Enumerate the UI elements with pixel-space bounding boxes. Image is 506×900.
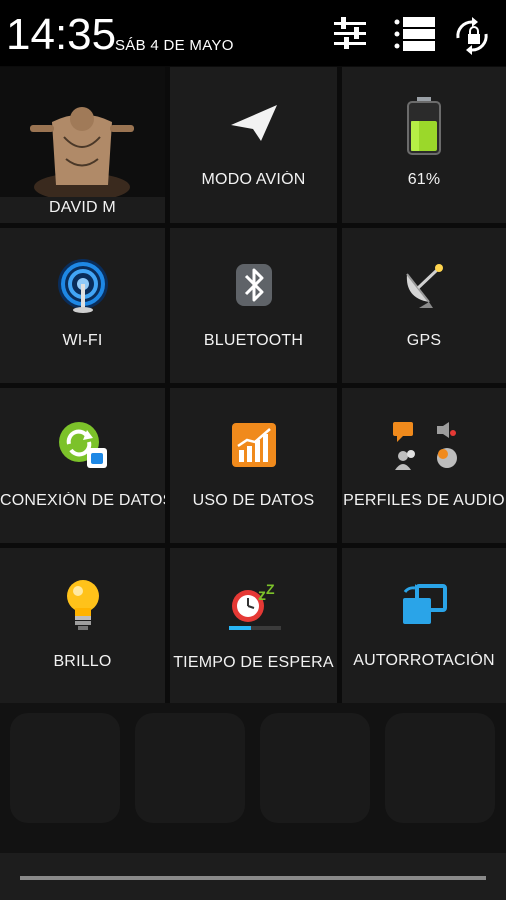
settings-sliders-icon[interactable] <box>330 14 370 54</box>
clock: 14:35 <box>6 10 117 59</box>
date: SÁB 4 DE MAYO <box>115 37 234 54</box>
app-icon <box>10 713 120 823</box>
notification-list-icon[interactable] <box>392 14 435 54</box>
airplane-mode-label: MODO AVIÓN <box>201 171 306 188</box>
svg-text:Z: Z <box>266 582 275 597</box>
audio-profiles-label: PERFILES DE AUDIO <box>343 492 505 509</box>
airplane-icon <box>229 103 279 148</box>
avatar <box>0 67 165 201</box>
sleep-timeout-icon: z Z <box>226 581 282 639</box>
tile-bluetooth[interactable]: BLUETOOTH <box>170 228 337 383</box>
drag-handle[interactable] <box>20 876 486 880</box>
brightness-bulb-icon <box>63 578 103 637</box>
data-connection-label: CONEXIÓN DE DATOS <box>0 492 165 509</box>
battery-icon <box>404 95 444 160</box>
gps-label: GPS <box>406 332 442 349</box>
auto-rotate-icon <box>399 584 449 633</box>
gps-satellite-icon <box>399 260 449 315</box>
tile-auto-rotate[interactable]: AUTORROTACIÓN <box>342 548 506 703</box>
quick-settings-grid: DAVID M MODO AVIÓN 61% WI-FI BLUETOOTH G… <box>0 67 506 703</box>
sleep-timeout-label: TIEMPO DE ESPERA <box>173 654 334 671</box>
wifi-icon <box>55 258 111 319</box>
bluetooth-label: BLUETOOTH <box>203 332 304 349</box>
home-wallpaper-apps <box>0 703 506 853</box>
brightness-label: BRILLO <box>53 653 112 670</box>
tile-airplane-mode[interactable]: MODO AVIÓN <box>170 67 337 223</box>
tile-data-connection[interactable]: CONEXIÓN DE DATOS <box>0 388 165 543</box>
app-icon <box>135 713 245 823</box>
wifi-label: WI-FI <box>62 332 103 349</box>
tile-gps[interactable]: GPS <box>342 228 506 383</box>
tile-sleep-timeout[interactable]: z Z TIEMPO DE ESPERA <box>170 548 337 703</box>
profile-name: DAVID M <box>49 199 116 216</box>
battery-label: 61% <box>407 171 441 188</box>
tile-profile[interactable]: DAVID M <box>0 67 165 223</box>
audio-profiles-icon <box>391 420 457 477</box>
data-connection-icon <box>57 420 109 475</box>
data-usage-label: USO DE DATOS <box>192 492 315 509</box>
auto-rotate-label: AUTORROTACIÓN <box>353 652 495 669</box>
drawer-handle-bar[interactable] <box>0 853 506 900</box>
app-icon <box>385 713 495 823</box>
app-icon <box>260 713 370 823</box>
tile-data-usage[interactable]: USO DE DATOS <box>170 388 337 543</box>
tile-audio-profiles[interactable]: PERFILES DE AUDIO <box>342 388 506 543</box>
status-header: 14:35 SÁB 4 DE MAYO <box>0 0 506 66</box>
bluetooth-icon <box>234 262 274 313</box>
tile-wifi[interactable]: WI-FI <box>0 228 165 383</box>
svg-text:z: z <box>258 587 266 604</box>
rotation-lock-icon[interactable] <box>450 14 490 55</box>
tile-brightness[interactable]: BRILLO <box>0 548 165 703</box>
data-usage-icon <box>231 422 277 473</box>
tile-battery[interactable]: 61% <box>342 67 506 223</box>
